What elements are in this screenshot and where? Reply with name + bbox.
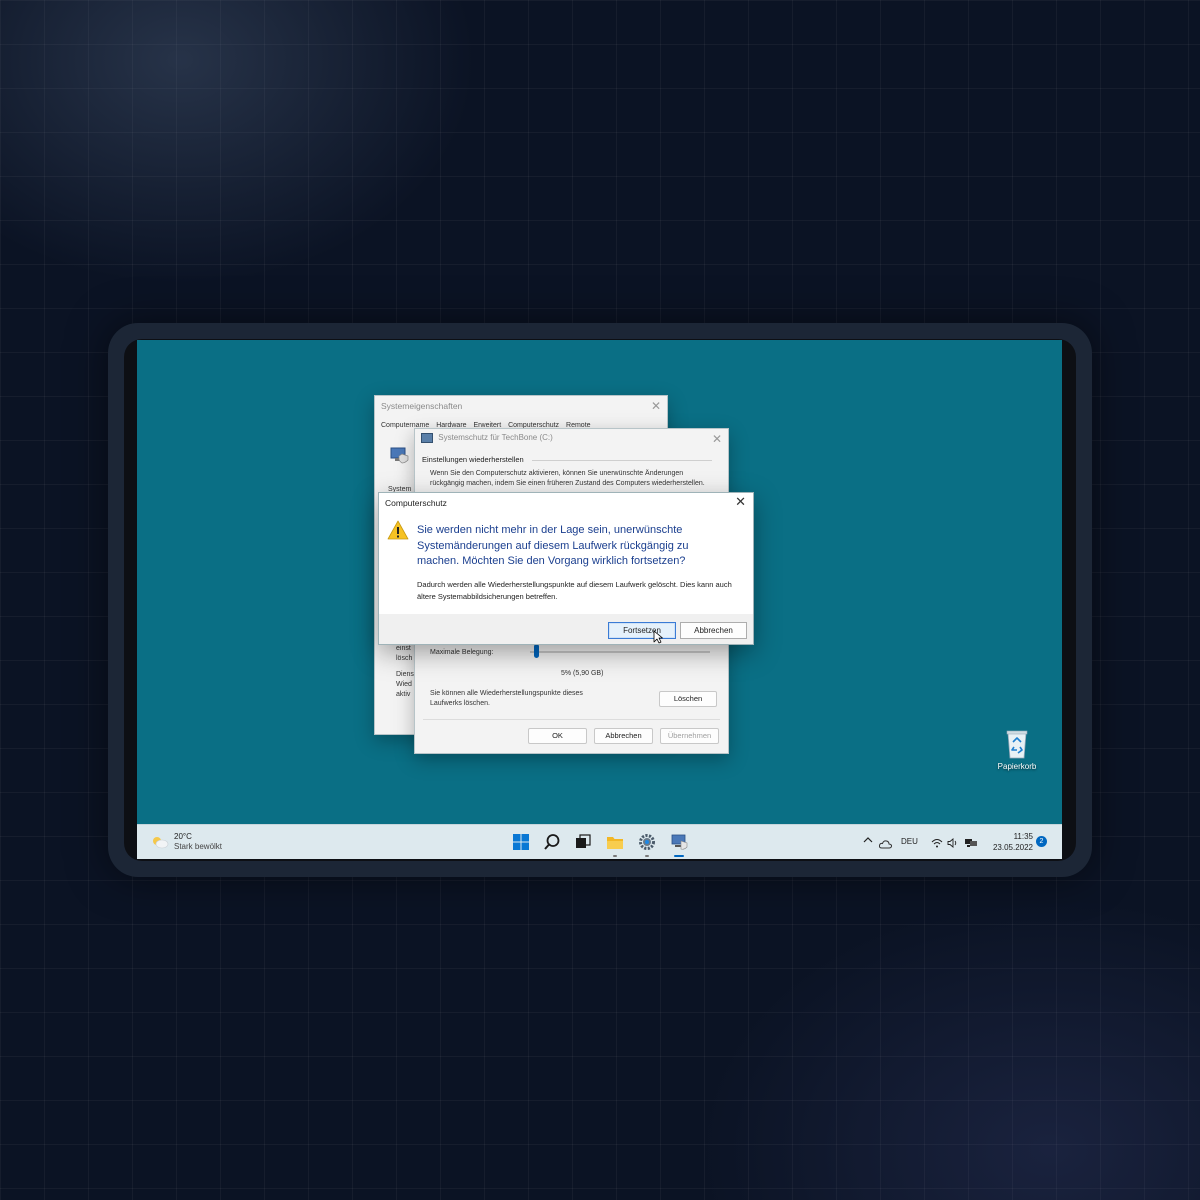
clock[interactable]: 11:35 23.05.2022 (983, 831, 1033, 853)
desktop-screen: Systemeigenschaften ✕ Computername Hardw… (137, 340, 1062, 859)
close-icon[interactable]: ✕ (712, 429, 722, 449)
separator (423, 719, 720, 720)
fragment-einst: einst (396, 645, 411, 652)
system-properties-app-icon[interactable] (670, 833, 688, 851)
tablet-frame: Systemeigenschaften ✕ Computername Hardw… (108, 323, 1092, 877)
computer-protection-dialog[interactable]: Computerschutz ✕ Sie werden nicht mehr i… (378, 492, 754, 645)
system-protection-titlebar: Systemschutz für TechBone (C:) (421, 433, 553, 443)
recycle-bin-icon (1004, 728, 1030, 760)
tablet-bezel: Systemeigenschaften ✕ Computername Hardw… (124, 339, 1076, 861)
dialog-title: Computerschutz (385, 498, 447, 508)
system-protection-title: Systemschutz für TechBone (C:) (438, 433, 553, 443)
dialog-footer: Fortsetzen Abbrechen (379, 614, 753, 644)
cloud-sun-icon (151, 835, 169, 854)
max-usage-label: Maximale Belegung: (430, 649, 494, 656)
usage-value: 5% (5,90 GB) (561, 670, 604, 677)
fragment-losch: lösch (396, 655, 413, 662)
recycle-bin-label: Papierkorb (997, 762, 1037, 771)
taskbar: 20°C Stark bewölkt DEU 11:35 23.05.2022 … (137, 824, 1062, 859)
mouse-cursor-icon (653, 630, 663, 644)
wifi-icon[interactable] (931, 835, 943, 853)
delete-points-text: Sie können alle Wiederherstellungspunkte… (430, 690, 583, 707)
close-icon[interactable]: ✕ (735, 494, 746, 510)
fragment-aktiv: aktiv (396, 691, 411, 698)
fragment-wied: Wied (396, 681, 412, 688)
computer-shield-icon (389, 446, 409, 464)
dialog-main-instruction: Sie werden nicht mehr in der Lage sein, … (417, 524, 689, 567)
continue-button[interactable]: Fortsetzen (608, 622, 676, 639)
recycle-bin-desktop-icon[interactable]: Papierkorb (987, 728, 1047, 771)
running-indicator (613, 855, 617, 857)
settings-gear-icon[interactable] (638, 833, 656, 851)
onedrive-cloud-icon[interactable] (878, 836, 893, 854)
notification-badge[interactable]: 2 (1036, 836, 1047, 847)
drive-icon (421, 433, 433, 443)
clock-time: 11:35 (1013, 832, 1033, 841)
file-explorer-icon[interactable] (606, 833, 624, 851)
weather-widget[interactable]: 20°C Stark bewölkt (151, 831, 241, 853)
weather-temperature: 20°C (174, 832, 192, 841)
fragment-dienst: Dienst (396, 671, 416, 678)
restore-settings-description: Wenn Sie den Computerschutz aktivieren, … (430, 470, 705, 487)
network-devices-icon[interactable] (964, 835, 978, 853)
language-indicator[interactable]: DEU (901, 837, 918, 846)
warning-icon (387, 520, 409, 540)
apply-button[interactable]: Übernehmen (660, 728, 719, 744)
task-view-icon[interactable] (574, 833, 592, 851)
search-icon[interactable] (543, 833, 561, 851)
cancel-button[interactable]: Abbrechen (594, 728, 653, 744)
clock-date: 23.05.2022 (992, 843, 1033, 852)
close-icon[interactable]: ✕ (651, 396, 661, 416)
weather-description: Stark bewölkt (174, 842, 223, 851)
start-icon[interactable] (512, 833, 530, 851)
dialog-cancel-button[interactable]: Abbrechen (680, 622, 747, 639)
active-app-indicator (674, 855, 684, 857)
restore-settings-heading: Einstellungen wiederherstellen (422, 455, 719, 464)
ok-button[interactable]: OK (528, 728, 587, 744)
system-properties-title: Systemeigenschaften (381, 401, 463, 411)
max-usage-slider-thumb[interactable] (534, 644, 539, 658)
max-usage-slider[interactable] (530, 644, 710, 658)
volume-icon[interactable] (947, 835, 958, 853)
delete-button[interactable]: Löschen (659, 691, 717, 707)
chevron-up-icon[interactable] (863, 836, 873, 846)
dialog-content-text: Dadurch werden alle Wiederherstellungspu… (417, 580, 732, 601)
running-indicator (645, 855, 649, 857)
